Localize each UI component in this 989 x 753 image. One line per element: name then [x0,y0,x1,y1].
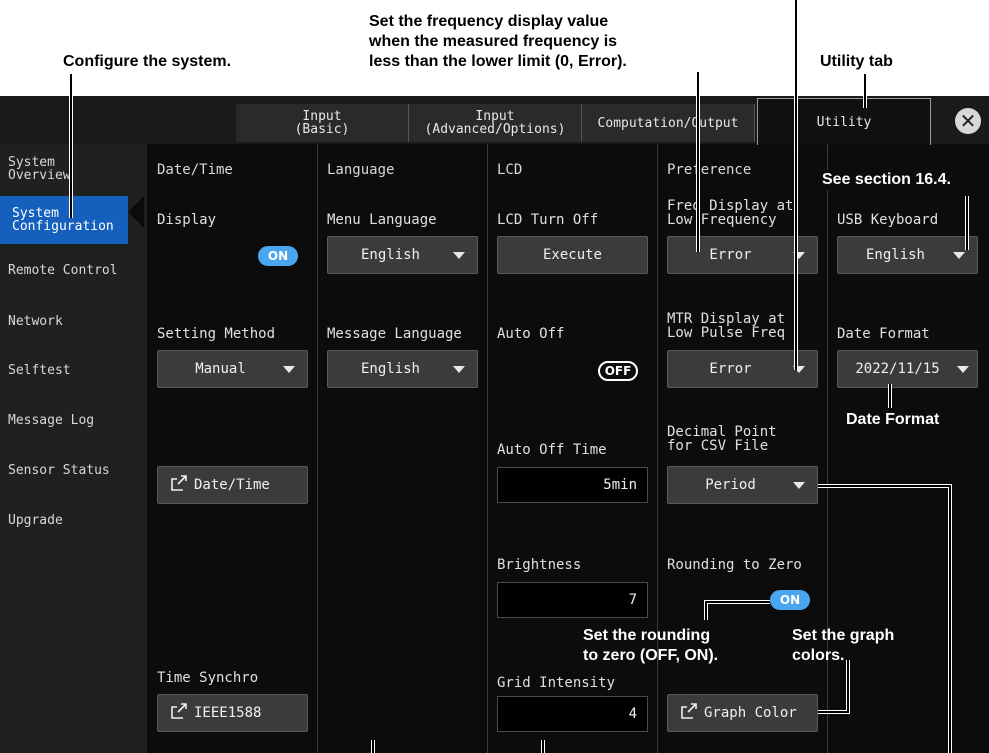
menu-language-select[interactable]: English [327,236,478,274]
annotation-freq-line3: less than the lower limit (0, Error). [369,53,627,70]
time-synchro-label: Time Synchro [157,670,259,686]
sidebar-item-label: System Overview [8,155,71,183]
message-language-label: Message Language [327,326,462,342]
tab-utility[interactable]: Utility [757,98,931,145]
chevron-down-icon [793,365,805,373]
date-format-select[interactable]: 2022/11/15 [837,350,978,388]
sidebar-item-selftest[interactable]: Selftest [8,364,71,377]
lcd-turn-off-label: LCD Turn Off [497,212,599,228]
chevron-down-icon [793,251,805,259]
chevron-down-icon [283,365,295,373]
sidebar-item-system-configuration[interactable]: System Configuration [0,196,128,244]
graph-color-label: Graph Color [704,705,797,721]
datetime-header: Date/Time [157,162,233,178]
annotation-graph-line2: colors. [792,647,845,664]
external-dialog-icon [680,702,698,724]
chevron-down-icon [453,365,465,373]
annotation-date-format: Date Format [846,411,940,428]
annotation-rounding-line1: Set the rounding [583,627,711,644]
time-synchro-value: IEEE1588 [194,705,262,721]
decimal-point-select[interactable]: Period [667,466,818,504]
annotation-freq-display: Set the frequency display value when the… [369,12,627,72]
annotation-rounding: Set the rounding to zero (OFF, ON). [583,626,718,666]
annotation-freq-line1: Set the frequency display value [369,13,609,30]
grid-intensity-label: Grid Intensity [497,675,616,691]
mtr-display-label: MTR Display at Low Pulse Freq [667,311,786,341]
execute-button[interactable]: Execute [497,236,648,274]
freq-display-label: Freq Display at Low Frequency [667,198,794,228]
column-divider [317,144,318,753]
date-format-label: Date Format [837,326,930,342]
external-dialog-icon [170,474,188,496]
annotation-rounding-line2: to zero (OFF, ON). [583,647,719,664]
tab-input-basic[interactable]: Input (Basic) [236,104,409,142]
annotation-utility-tab: Utility tab [820,53,893,70]
menu-language-label: Menu Language [327,212,437,228]
rounding-label: Rounding to Zero [667,557,802,573]
display-toggle[interactable]: ON [258,246,298,266]
message-language-value: English [360,361,420,377]
decimal-point-value: Period [705,477,756,493]
usb-keyboard-select[interactable]: English [837,236,978,274]
chevron-down-icon [957,365,969,373]
graph-color-button[interactable]: Graph Color [667,694,818,732]
sidebar-item-system-overview[interactable]: System Overview [8,156,71,182]
freq-display-value: Error [709,247,752,263]
time-synchro-button[interactable]: IEEE1588 [157,694,308,732]
sidebar-item-label: System Configuration [12,206,114,234]
auto-off-time-field[interactable]: 5min [497,467,648,503]
setting-method-label: Setting Method [157,326,276,342]
brightness-label: Brightness [497,557,582,573]
freq-display-select[interactable]: Error [667,236,818,274]
chevron-down-icon [793,481,805,489]
external-dialog-icon [170,702,188,724]
sidebar-item-network[interactable]: Network [8,315,63,328]
setting-method-value: Manual [195,361,246,377]
display-label: Display [157,212,217,228]
mtr-display-value: Error [709,361,752,377]
tab-input-advanced[interactable]: Input (Advanced/Options) [409,104,582,142]
close-icon[interactable]: ✕ [955,108,981,134]
column-divider [487,144,488,753]
sidebar-item-message-log[interactable]: Message Log [8,414,94,427]
chevron-down-icon [953,251,965,259]
auto-off-time-label: Auto Off Time [497,442,607,458]
datetime-button[interactable]: Date/Time [157,466,308,504]
chevron-down-icon [453,251,465,259]
language-header: Language [327,162,395,178]
datetime-button-label: Date/Time [194,477,270,493]
auto-off-label: Auto Off [497,326,565,342]
usb-keyboard-label: USB Keyboard [837,212,939,228]
sidebar-item-upgrade[interactable]: Upgrade [8,514,63,527]
annotation-see-section: See section 16.4. [820,170,953,190]
tab-computation-output[interactable]: Computation/Output [582,104,755,142]
menu-language-value: English [360,247,420,263]
usb-keyboard-value: English [865,247,925,263]
auto-off-toggle[interactable]: OFF [598,361,638,381]
sidebar-item-sensor-status[interactable]: Sensor Status [8,464,110,477]
brightness-field[interactable]: 7 [497,582,648,618]
mtr-display-select[interactable]: Error [667,350,818,388]
preference-header: Preference [667,162,752,178]
annotation-graph-line1: Set the graph [792,627,895,644]
lcd-header: LCD [497,162,523,178]
decimal-point-label: Decimal Point for CSV File [667,424,777,454]
grid-intensity-field[interactable]: 4 [497,696,648,732]
rounding-toggle[interactable]: ON [770,590,810,610]
annotation-freq-line2: when the measured frequency is [369,33,618,50]
annotation-graph-colors: Set the graph colors. [792,626,894,666]
setting-method-select[interactable]: Manual [157,350,308,388]
message-language-select[interactable]: English [327,350,478,388]
annotation-configure-system: Configure the system. [63,53,232,70]
execute-button-label: Execute [542,247,602,263]
sidebar-item-remote-control[interactable]: Remote Control [8,264,118,277]
date-format-value: 2022/11/15 [855,361,940,377]
sidebar-selection-indicator [128,196,144,228]
